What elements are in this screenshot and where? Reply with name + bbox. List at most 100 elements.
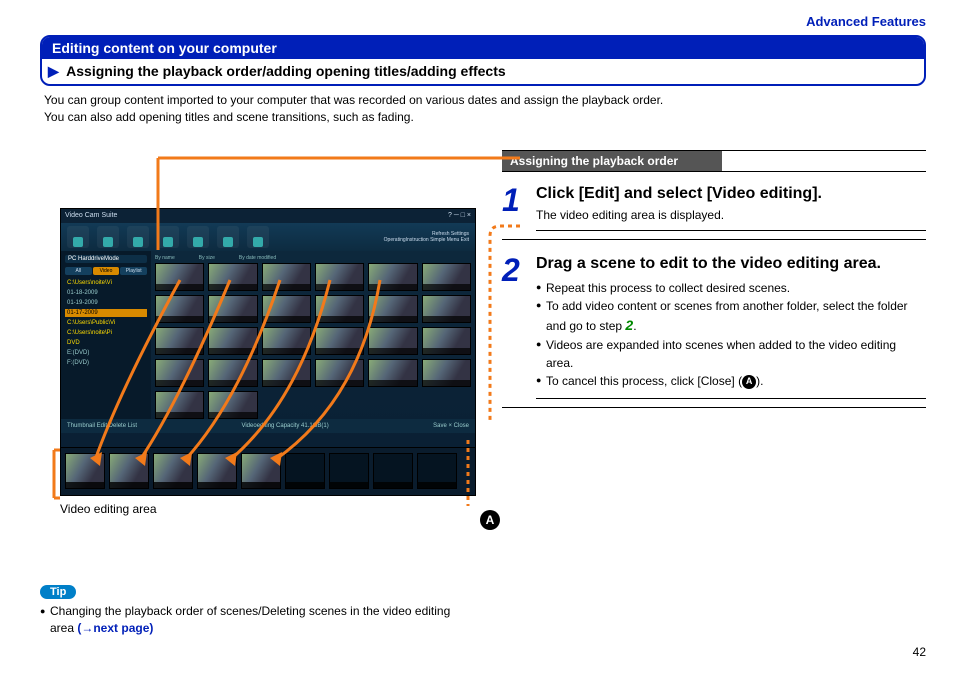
step-2: 2 Drag a scene to edit to the video edit… bbox=[502, 254, 926, 390]
step2-bullets: Repeat this process to collect desired s… bbox=[536, 279, 926, 390]
app-sidebar: PC HarddriveMode All Video Playlist C:\U… bbox=[61, 251, 151, 419]
app-status: Thumbnail Edit Delete List Videoediting … bbox=[61, 419, 475, 433]
thumb bbox=[368, 263, 417, 291]
thumb bbox=[155, 391, 204, 419]
section-bar: Assigning the playback order bbox=[502, 150, 926, 172]
grid-head: By name bbox=[155, 255, 175, 261]
thumb bbox=[155, 327, 204, 355]
status-left: Thumbnail Edit Delete List bbox=[67, 423, 137, 429]
side-item: 01-19-2009 bbox=[65, 299, 147, 307]
toolbar-icon bbox=[97, 226, 119, 248]
step1-sub: The video editing area is displayed. bbox=[536, 208, 926, 222]
bullet: To cancel this process, click [Close] (A… bbox=[536, 372, 926, 390]
inline-a-icon: A bbox=[742, 375, 756, 389]
strip-thumb bbox=[109, 453, 149, 489]
thumb bbox=[208, 327, 257, 355]
thumb bbox=[155, 263, 204, 291]
grid-head: By size bbox=[199, 255, 215, 261]
strip-thumb bbox=[241, 453, 281, 489]
status-right: Save × Close bbox=[433, 423, 469, 429]
subtitle-arrow-icon: ▶ bbox=[48, 63, 59, 79]
intro-text: You can group content imported to your c… bbox=[44, 92, 926, 126]
bullet: Videos are expanded into scenes when add… bbox=[536, 336, 926, 372]
bullet-text: ). bbox=[756, 374, 763, 388]
side-tab: All bbox=[65, 267, 92, 275]
app-opinst: OperatingInstruction Simple Menu Exit bbox=[384, 237, 469, 243]
side-item: C:\Users\noite\Vi bbox=[65, 279, 147, 287]
subtitle-text: Assigning the playback order/adding open… bbox=[66, 63, 506, 79]
thumb bbox=[315, 359, 364, 387]
status-mid: Videoediting Capacity 41.1GB(1) bbox=[241, 423, 328, 429]
toolbar-icon bbox=[67, 226, 89, 248]
strip-thumb bbox=[197, 453, 237, 489]
side-item: DVD bbox=[65, 339, 147, 347]
thumb bbox=[155, 295, 204, 323]
page-number: 42 bbox=[913, 645, 926, 659]
step2-number: 2 bbox=[502, 254, 526, 390]
divider bbox=[536, 230, 926, 231]
strip-thumb bbox=[65, 453, 105, 489]
left-column: Video Cam Suite ? ─ □ × Refresh Settings… bbox=[40, 150, 480, 516]
toolbar-icon bbox=[127, 226, 149, 248]
thumb bbox=[368, 295, 417, 323]
strip-empty bbox=[373, 453, 413, 489]
tip-badge: Tip bbox=[40, 585, 76, 599]
side-item: 01-18-2009 bbox=[65, 289, 147, 297]
app-titlebar: Video Cam Suite ? ─ □ × bbox=[61, 209, 475, 223]
intro-line2: You can also add opening titles and scen… bbox=[44, 109, 926, 126]
thumb bbox=[262, 263, 311, 291]
video-editing-area-label: Video editing area bbox=[60, 502, 480, 516]
divider bbox=[536, 398, 926, 399]
app-toolbar: Refresh Settings OperatingInstruction Si… bbox=[61, 223, 475, 251]
title-box: Editing content on your computer ▶ Assig… bbox=[40, 35, 926, 86]
thumb bbox=[208, 391, 257, 419]
strip-empty bbox=[285, 453, 325, 489]
side-item: 01-17-2009 bbox=[65, 309, 147, 317]
window-controls: ? ─ □ × bbox=[448, 212, 471, 219]
tip-link[interactable]: (→next page) bbox=[77, 621, 153, 635]
tip: Tip Changing the playback order of scene… bbox=[40, 584, 470, 637]
strip-empty bbox=[417, 453, 457, 489]
thumb bbox=[208, 359, 257, 387]
app-screenshot: Video Cam Suite ? ─ □ × Refresh Settings… bbox=[60, 208, 476, 448]
bullet: To add video content or scenes from anot… bbox=[536, 297, 926, 336]
toolbar-icon bbox=[217, 226, 239, 248]
thumb bbox=[315, 263, 364, 291]
section-bar-title: Assigning the playback order bbox=[502, 151, 722, 171]
side-item: F:(DVD) bbox=[65, 359, 147, 367]
thumb bbox=[422, 295, 471, 323]
thumb bbox=[262, 295, 311, 323]
thumb bbox=[262, 359, 311, 387]
step2-title: Drag a scene to edit to the video editin… bbox=[536, 254, 926, 275]
tip-text: Changing the playback order of scenes/De… bbox=[40, 603, 470, 637]
thumb-area: By name By size By date modified bbox=[151, 251, 475, 419]
right-column: Assigning the playback order 1 Click [Ed… bbox=[502, 150, 926, 516]
thumb bbox=[368, 359, 417, 387]
bullet-text: . bbox=[633, 319, 636, 333]
thumb-grid bbox=[155, 263, 471, 419]
toolbar-icon bbox=[247, 226, 269, 248]
divider bbox=[502, 407, 926, 408]
subtitle: ▶ Assigning the playback order/adding op… bbox=[42, 59, 924, 84]
step1-number: 1 bbox=[502, 184, 526, 223]
step1-title: Click [Edit] and select [Video editing]. bbox=[536, 184, 926, 205]
divider bbox=[502, 239, 926, 240]
thumb bbox=[422, 359, 471, 387]
side-item: E:(DVD) bbox=[65, 349, 147, 357]
strip-thumb bbox=[153, 453, 193, 489]
thumb bbox=[155, 359, 204, 387]
strip-empty bbox=[329, 453, 369, 489]
sidebar-head: PC HarddriveMode bbox=[65, 255, 147, 263]
header-section[interactable]: Advanced Features bbox=[40, 14, 926, 29]
thumb bbox=[208, 295, 257, 323]
toolbar-icon bbox=[187, 226, 209, 248]
app-title: Video Cam Suite bbox=[65, 212, 117, 219]
title-bar: Editing content on your computer bbox=[42, 37, 924, 59]
bullet-text: To add video content or scenes from anot… bbox=[546, 299, 908, 333]
thumb bbox=[262, 327, 311, 355]
side-item: C:\Users\noite\Pi bbox=[65, 329, 147, 337]
side-tab: Video bbox=[93, 267, 120, 275]
thumb bbox=[208, 263, 257, 291]
bullet: Repeat this process to collect desired s… bbox=[536, 279, 926, 297]
step-1: 1 Click [Edit] and select [Video editing… bbox=[502, 184, 926, 223]
